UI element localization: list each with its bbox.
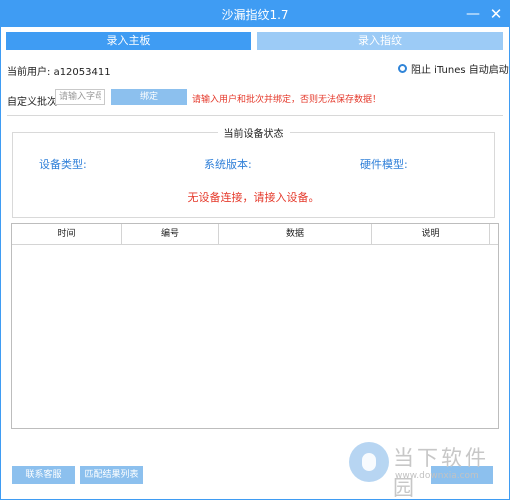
table-header: 时间 编号 数据 说明 [12,224,498,245]
watermark-logo-icon [349,442,389,482]
device-status-title-text: 当前设备状态 [217,129,290,140]
hardware-model-label: 硬件模型: [360,158,408,171]
current-user: 当前用户: a12053411 [7,63,111,78]
batch-label: 自定义批次: [7,97,61,108]
batch-input[interactable] [55,89,105,105]
column-header-data[interactable]: 数据 [219,224,372,244]
scrollbar-gutter[interactable] [489,224,498,244]
current-user-value: a12053411 [53,67,111,78]
contact-support-button[interactable]: 联系客服 [12,466,75,484]
system-version-label: 系统版本: [204,158,252,171]
itunes-block-label: 阻止 iTunes 自动启动 [411,65,509,76]
watermark-url: www.downxia.com [395,471,479,481]
minimize-icon[interactable]: — [463,4,483,24]
divider [7,115,503,116]
bind-button[interactable]: 绑定 [111,89,187,105]
column-header-number[interactable]: 编号 [122,224,219,244]
tab-record-fingerprint[interactable]: 录入指纹 [257,32,503,50]
bind-warning: 请输入用户和批次并绑定，否则无法保存数据！ [192,95,382,105]
current-user-label: 当前用户: [7,67,51,78]
no-device-message: 无设备连接，请接入设备。 [187,191,320,204]
close-icon[interactable]: ✕ [486,4,506,24]
app-window: 沙漏指纹1.7 — ✕ 录入主板 录入指纹 当前用户: a12053411 阻止… [0,0,510,500]
match-results-list-button[interactable]: 匹配结果列表 [80,466,143,484]
device-status-title: 当前设备状态 [13,125,494,140]
device-type-label: 设备类型: [39,158,87,171]
itunes-block-option[interactable]: 阻止 iTunes 自动启动 [398,61,509,76]
column-header-description[interactable]: 说明 [372,224,489,244]
title-bar[interactable]: 沙漏指纹1.7 — ✕ [1,1,509,27]
column-header-time[interactable]: 时间 [12,224,122,244]
watermark: 当下软件园 www.downxia.com [347,441,497,500]
results-table: 时间 编号 数据 说明 [11,223,499,429]
window-title: 沙漏指纹1.7 [221,8,289,22]
radio-icon[interactable] [398,64,407,73]
tab-record-mainboard[interactable]: 录入主板 [6,32,251,50]
device-status-panel: 当前设备状态 设备类型: 系统版本: 硬件模型: 无设备连接，请接入设备。 [12,129,495,218]
